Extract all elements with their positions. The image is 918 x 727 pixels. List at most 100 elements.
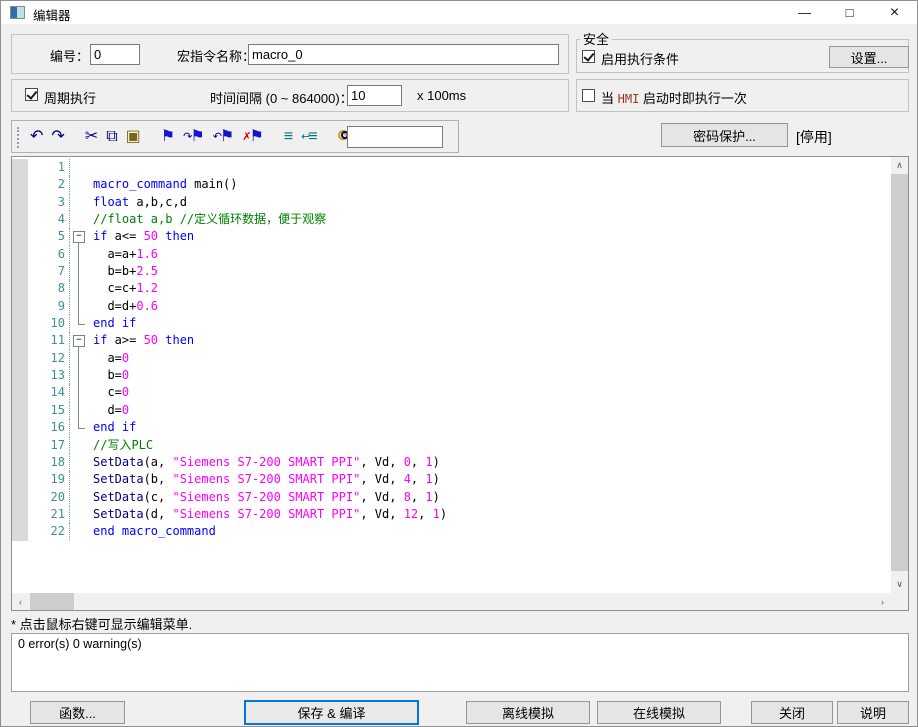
code-text: macro_command main() (93, 176, 238, 193)
bookmark-next-icon[interactable]: ↷⚑ (179, 125, 209, 149)
fold-margin (70, 280, 93, 297)
fold-margin (70, 384, 93, 401)
bookmark-clear-icon[interactable]: ✗⚑ (238, 125, 268, 149)
undo-icon[interactable]: ↶ (26, 125, 47, 149)
code-line[interactable]: 10end if (12, 315, 890, 332)
code-line[interactable]: 9 d=d+0.6 (12, 298, 890, 315)
bookmark-margin (12, 350, 28, 367)
code-line[interactable]: 4//float a,b //定义循环数据，便于观察 (12, 211, 890, 228)
fold-margin (70, 246, 93, 263)
fold-margin (70, 367, 93, 384)
offline-simulation-button[interactable]: 离线模拟 (466, 701, 590, 724)
code-line[interactable]: 16end if (12, 419, 890, 436)
line-number: 2 (28, 176, 70, 193)
startup-once-hmi: HMI (618, 92, 640, 106)
periodic-group: 周期执行 时间间隔 (0 ~ 864000)： x 100ms (11, 79, 569, 112)
line-number: 7 (28, 263, 70, 280)
function-button[interactable]: 函数... (30, 701, 125, 724)
minimize-button[interactable]: — (782, 1, 827, 24)
settings-button[interactable]: 设置... (829, 46, 909, 68)
code-line[interactable]: 8 c=c+1.2 (12, 280, 890, 297)
code-line[interactable]: 18SetData(a, "Siemens S7-200 SMART PPI",… (12, 454, 890, 471)
copy-icon[interactable]: ⧉ (102, 125, 121, 149)
toolbar-gripper[interactable] (17, 127, 19, 148)
periodic-label: 周期执行 (44, 88, 96, 107)
scroll-right-arrow[interactable]: › (874, 593, 891, 610)
maximize-button[interactable]: □ (827, 1, 872, 24)
scroll-up-arrow[interactable]: ∧ (891, 157, 908, 174)
fold-toggle[interactable] (70, 228, 93, 245)
bookmark-margin (12, 332, 28, 349)
code-line[interactable]: 5if a<= 50 then (12, 228, 890, 245)
line-number: 22 (28, 523, 70, 540)
code-line[interactable]: 14 c=0 (12, 384, 890, 401)
line-number: 20 (28, 489, 70, 506)
macro-name-input[interactable] (248, 44, 559, 65)
scroll-down-arrow[interactable]: ∨ (891, 576, 908, 593)
help-button[interactable]: 说明 (837, 701, 909, 724)
code-line[interactable]: 12 a=0 (12, 350, 890, 367)
bookmark-margin (12, 384, 28, 401)
save-compile-button[interactable]: 保存 & 编译 (244, 700, 419, 725)
code-line[interactable]: 22 end macro_command (12, 523, 890, 540)
code-line[interactable]: 13 b=0 (12, 367, 890, 384)
code-text: end if (93, 419, 136, 436)
code-line[interactable]: 11if a>= 50 then (12, 332, 890, 349)
paste-icon[interactable]: ▣ (122, 125, 145, 149)
code-line[interactable]: 17//写入PLC (12, 437, 890, 454)
search-input[interactable] (347, 126, 443, 148)
close-button[interactable]: 关闭 (751, 701, 833, 724)
code-text: end macro_command (93, 523, 216, 540)
code-text: if a>= 50 then (93, 332, 194, 349)
code-text: //float a,b //定义循环数据，便于观察 (93, 211, 326, 228)
outdent-lines-icon[interactable]: ↩≡ (297, 125, 322, 149)
title-bar: 编辑器 — □ × (1, 1, 917, 24)
periodic-checkbox[interactable] (25, 88, 38, 101)
horizontal-scroll-thumb[interactable] (30, 593, 74, 610)
code-line[interactable]: 7 b=b+2.5 (12, 263, 890, 280)
fold-margin (70, 211, 93, 228)
password-protect-button[interactable]: 密码保护... (661, 123, 788, 147)
code-text: SetData(d, "Siemens S7-200 SMART PPI", V… (93, 506, 447, 523)
enable-condition-checkbox[interactable] (582, 50, 595, 63)
code-line[interactable]: 3float a,b,c,d (12, 194, 890, 211)
fold-margin (70, 419, 93, 436)
startup-once-checkbox[interactable] (582, 89, 595, 102)
code-line[interactable]: 15 d=0 (12, 402, 890, 419)
online-simulation-button[interactable]: 在线模拟 (597, 701, 721, 724)
fold-margin (70, 263, 93, 280)
bookmark-prev-icon[interactable]: ↶⚑ (209, 125, 239, 149)
code-line[interactable]: 19SetData(b, "Siemens S7-200 SMART PPI",… (12, 471, 890, 488)
vertical-scroll-thumb[interactable] (891, 174, 908, 571)
macro-name-label: 宏指令名称： (177, 46, 255, 65)
startup-group: 当 HMI 启动时即执行一次 (576, 79, 909, 112)
fold-toggle[interactable] (70, 332, 93, 349)
interval-unit-label: x 100ms (417, 88, 466, 103)
code-line[interactable]: 20SetData(c, "Siemens S7-200 SMART PPI",… (12, 489, 890, 506)
bookmark-margin (12, 228, 28, 245)
bookmark-toggle-icon[interactable]: ⚑ (157, 125, 179, 149)
code-line[interactable]: 1 (12, 159, 890, 176)
redo-icon[interactable]: ↷ (47, 125, 68, 149)
code-line[interactable]: 6 a=a+1.6 (12, 246, 890, 263)
code-line[interactable]: 2 macro_command main() (12, 176, 890, 193)
cut-icon[interactable]: ✂ (81, 125, 102, 149)
code-line[interactable]: 21SetData(d, "Siemens S7-200 SMART PPI",… (12, 506, 890, 523)
bookmark-margin (12, 159, 28, 176)
horizontal-scrollbar[interactable]: ‹ › (12, 593, 891, 610)
scroll-left-arrow[interactable]: ‹ (12, 593, 29, 610)
vertical-scrollbar[interactable]: ∧ ∨ (891, 157, 908, 593)
compile-result-text: 0 error(s) 0 warning(s) (18, 637, 142, 651)
code-editor[interactable]: 12 macro_command main()3float a,b,c,d4//f… (12, 159, 890, 592)
line-number: 6 (28, 246, 70, 263)
line-number: 1 (28, 159, 70, 176)
close-window-button[interactable]: × (872, 1, 917, 24)
macro-id-input[interactable] (90, 44, 140, 65)
line-number: 12 (28, 350, 70, 367)
fold-margin (70, 402, 93, 419)
interval-input[interactable] (347, 85, 402, 106)
editor-toolbar: ↶↷✂⧉▣⚑↷⚑↶⚑✗⚑≡↩≡⟳ (11, 120, 459, 153)
bookmark-margin (12, 402, 28, 419)
indent-lines-icon[interactable]: ≡ (280, 125, 297, 149)
code-text: b=b+2.5 (93, 263, 158, 280)
